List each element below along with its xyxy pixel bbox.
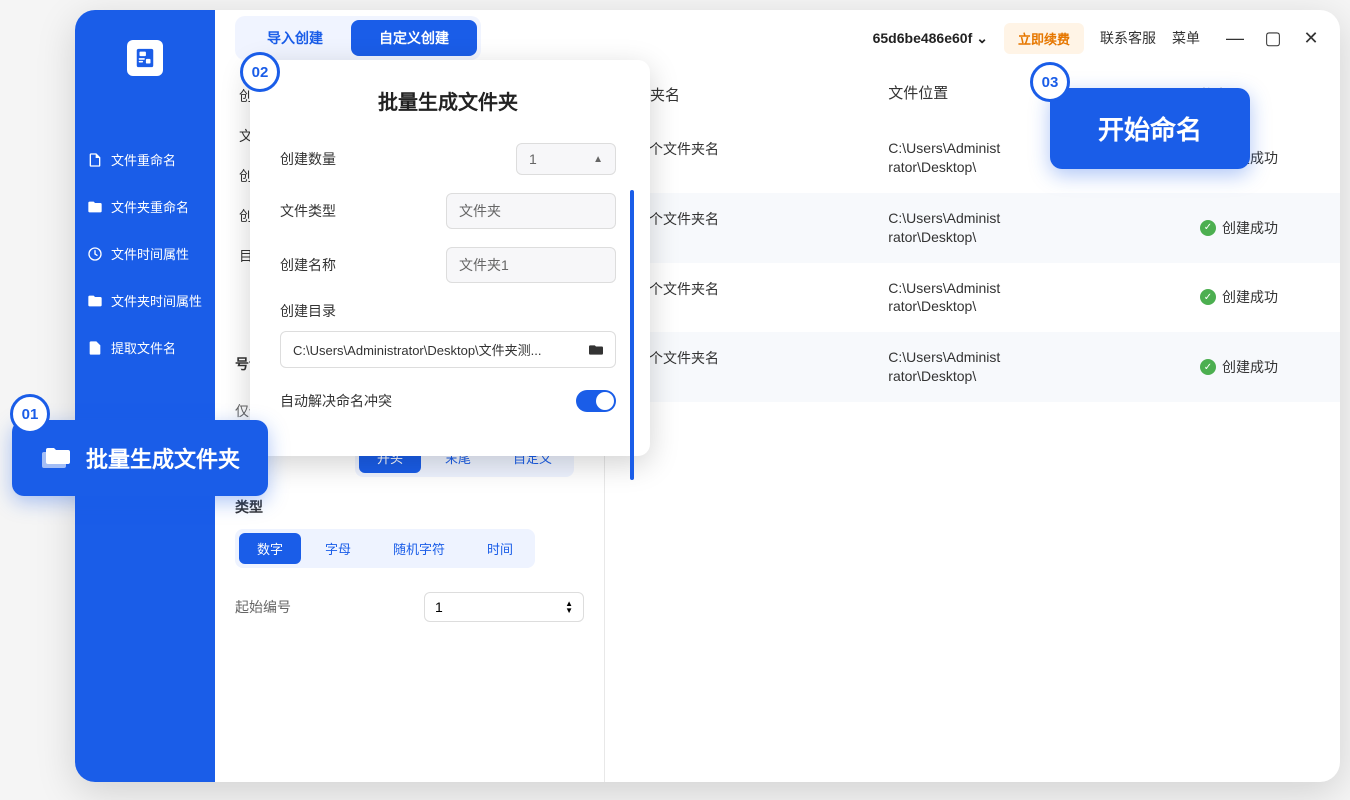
start-value: 1 [435, 599, 443, 615]
cell-name: 一个文件夹名 [635, 209, 888, 247]
count-input[interactable]: 1▲ [516, 143, 616, 175]
callout-start-naming[interactable]: 开始命名 [1050, 88, 1250, 169]
dir-value: C:\Users\Administrator\Desktop\文件夹测... [293, 340, 542, 359]
result-panel: 件夹名 文件位置 状态 一个文件夹名 C:\Users\Administrato… [605, 66, 1340, 782]
step-badge-1: 01 [10, 394, 50, 434]
stepper[interactable]: ▲▼ [565, 601, 573, 614]
nav-label: 文件夹时间属性 [111, 291, 202, 310]
cell-name: 一个文件夹名 [635, 139, 888, 177]
maximize-button[interactable]: ▢ [1264, 29, 1282, 47]
nav-folder-time[interactable]: 文件夹时间属性 [75, 277, 215, 324]
cell-status: ✓创建成功 [1200, 209, 1310, 247]
filetype-label: 文件类型 [280, 201, 336, 221]
renew-button[interactable]: 立即续费 [1004, 23, 1084, 54]
batch-create-modal: 批量生成文件夹 创建数量 1▲ 文件类型 文件夹 创建名称 文件夹1 创建目录 … [250, 60, 650, 456]
nav-label: 文件时间属性 [111, 244, 189, 263]
check-icon: ✓ [1200, 220, 1216, 236]
step-badge-3: 03 [1030, 62, 1070, 102]
type-time[interactable]: 时间 [469, 533, 531, 564]
tab-custom[interactable]: 自定义创建 [351, 20, 477, 56]
folders-icon [40, 444, 72, 472]
clock-icon [87, 246, 103, 262]
nav-label: 提取文件名 [111, 338, 176, 357]
name-input[interactable]: 文件夹1 [446, 247, 616, 283]
cell-path: C:\Users\Administrator\Desktop\ [888, 209, 1200, 247]
check-icon: ✓ [1200, 359, 1216, 375]
cell-name: 一个文件夹名 [635, 279, 888, 317]
account-id: 65d6be486e60f [873, 30, 973, 46]
window-controls: — ▢ ✕ [1226, 29, 1320, 47]
cell-status: ✓创建成功 [1200, 279, 1310, 317]
account-dropdown[interactable]: 65d6be486e60f⌄ [873, 30, 988, 47]
filetype-value: 文件夹 [459, 201, 501, 221]
folder-clock-icon [87, 293, 103, 309]
caret-up-icon[interactable]: ▲ [593, 154, 603, 165]
callout-batch-create: 批量生成文件夹 [12, 420, 268, 496]
chevron-down-icon: ⌄ [976, 30, 988, 47]
nav-label: 文件夹重命名 [111, 197, 189, 216]
table-row[interactable]: 一个文件夹名 C:\Users\Administrator\Desktop\ ✓… [605, 193, 1340, 263]
type-letter[interactable]: 字母 [307, 533, 369, 564]
type-number[interactable]: 数字 [239, 533, 301, 564]
folder-picker-icon[interactable] [589, 344, 603, 356]
extract-icon [87, 340, 103, 356]
cell-path: C:\Users\Administrator\Desktop\ [888, 348, 1200, 386]
nav-file-rename[interactable]: 文件重命名 [75, 136, 215, 183]
type-label: 类型 [235, 497, 584, 517]
filetype-input[interactable]: 文件夹 [446, 193, 616, 229]
type-random[interactable]: 随机字符 [375, 533, 463, 564]
close-button[interactable]: ✕ [1302, 29, 1320, 47]
nav-file-time[interactable]: 文件时间属性 [75, 230, 215, 277]
modal-scrollbar[interactable] [630, 190, 634, 480]
file-icon [87, 152, 103, 168]
check-icon: ✓ [1200, 289, 1216, 305]
count-value: 1 [529, 151, 537, 167]
minimize-button[interactable]: — [1226, 29, 1244, 47]
name-label: 创建名称 [280, 255, 336, 275]
folder-icon [87, 199, 103, 215]
step-badge-2: 02 [240, 52, 280, 92]
tab-import[interactable]: 导入创建 [239, 20, 351, 56]
nav-extract-name[interactable]: 提取文件名 [75, 324, 215, 371]
conflict-toggle[interactable] [576, 390, 616, 412]
titlebar: 导入创建 自定义创建 65d6be486e60f⌄ 立即续费 联系客服 菜单 —… [215, 10, 1340, 66]
start-number-input[interactable]: 1 ▲▼ [424, 592, 584, 622]
callout-1-label: 批量生成文件夹 [86, 442, 240, 474]
dir-input[interactable]: C:\Users\Administrator\Desktop\文件夹测... [280, 331, 616, 368]
table-row[interactable]: 一个文件夹名 C:\Users\Administrator\Desktop\ ✓… [605, 332, 1340, 402]
count-label: 创建数量 [280, 149, 336, 169]
nav-label: 文件重命名 [111, 150, 176, 169]
cell-status: ✓创建成功 [1200, 348, 1310, 386]
dir-label: 创建目录 [280, 301, 616, 321]
conflict-label: 自动解决命名冲突 [280, 391, 392, 411]
sidebar: 文件重命名 文件夹重命名 文件时间属性 文件夹时间属性 提取文件名 [75, 10, 215, 782]
start-label: 起始编号 [235, 597, 291, 617]
logo-icon [134, 47, 156, 69]
contact-link[interactable]: 联系客服 [1100, 28, 1156, 48]
cell-path: C:\Users\Administrator\Desktop\ [888, 279, 1200, 317]
name-value: 文件夹1 [459, 255, 509, 275]
modal-title: 批量生成文件夹 [280, 86, 616, 115]
start-number-row: 起始编号 1 ▲▼ [235, 592, 584, 622]
header-name: 件夹名 [635, 84, 888, 105]
mode-tabs: 导入创建 自定义创建 [235, 16, 481, 60]
nav-folder-rename[interactable]: 文件夹重命名 [75, 183, 215, 230]
table-row[interactable]: 一个文件夹名 C:\Users\Administrator\Desktop\ ✓… [605, 263, 1340, 333]
menu-link[interactable]: 菜单 [1172, 28, 1200, 48]
type-segments: 数字 字母 随机字符 时间 [235, 529, 535, 568]
cell-name: 一个文件夹名 [635, 348, 888, 386]
step-down-icon[interactable]: ▼ [565, 608, 573, 614]
app-logo [127, 40, 163, 76]
